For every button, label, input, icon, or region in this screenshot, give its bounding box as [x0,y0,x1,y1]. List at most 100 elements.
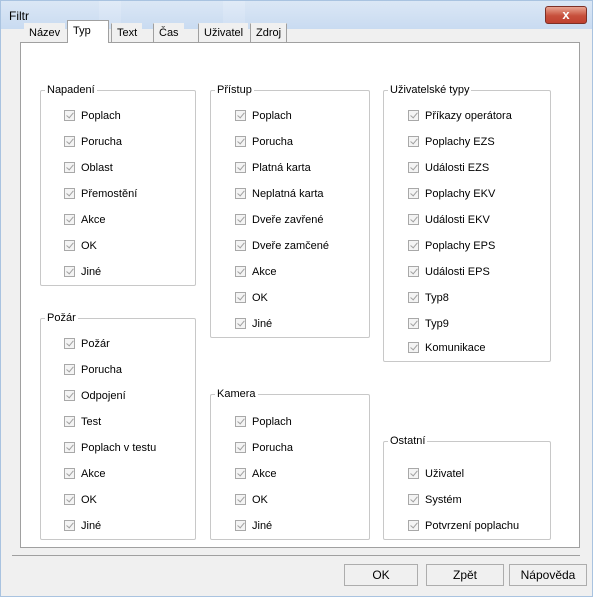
checkbox-uzivatel[interactable]: Uživatel [408,466,464,482]
checkbox-label: Požár [81,338,110,351]
checkbox-system[interactable]: Systém [408,492,462,508]
checkbox-udalosti-eps[interactable]: Události EPS [408,264,490,280]
checkbox-pozar-poplach-v-testu[interactable]: Poplach v testu [64,440,156,456]
checkbox-label: Odpojení [81,390,126,403]
checkbox-mark-icon [408,291,419,303]
checkbox-napadeni-premosteni[interactable]: Přemostění [64,186,137,202]
checkbox-napadeni-poplach[interactable]: Poplach [64,108,121,124]
checkbox-prikazy-operatora[interactable]: Příkazy operátora [408,108,512,124]
checkbox-label: Komunikace [425,342,486,355]
ok-button[interactable]: OK [344,564,418,586]
checkbox-mark-icon [408,135,419,147]
checkbox-poplachy-ezs[interactable]: Poplachy EZS [408,134,495,150]
checkbox-mark-icon [64,265,75,277]
checkbox-kamera-poplach[interactable]: Poplach [235,414,292,430]
checkbox-label: OK [252,292,268,305]
group-title-napadeni: Napadení [45,83,97,97]
tab-text[interactable]: Text [111,23,143,42]
checkbox-mark-icon [408,519,419,531]
checkbox-poplachy-eps[interactable]: Poplachy EPS [408,238,495,254]
checkbox-label: Potvrzení poplachu [425,520,520,533]
checkbox-label: Akce [81,468,106,481]
tab-uzivatel[interactable]: Uživatel [198,23,249,42]
help-button[interactable]: Nápověda [509,564,587,586]
checkbox-typ8[interactable]: Typ8 [408,290,449,306]
checkbox-mark-icon [235,109,246,121]
checkbox-mark-icon [235,187,246,199]
checkbox-pozar-test[interactable]: Test [64,414,101,430]
checkbox-pristup-platna-karta[interactable]: Platná karta [235,160,311,176]
window-title: Filtr [9,9,29,23]
checkbox-label: Příkazy operátora [425,110,512,123]
checkbox-mark-icon [235,265,246,277]
checkbox-pozar-porucha[interactable]: Porucha [64,362,122,378]
checkbox-pristup-jine[interactable]: Jiné [235,316,272,332]
checkbox-pristup-ok[interactable]: OK [235,290,268,306]
checkbox-mark-icon [408,317,419,329]
checkbox-mark-icon [64,161,75,173]
checkbox-label: OK [252,494,268,507]
checkbox-label: Typ8 [425,292,449,305]
checkbox-mark-icon [235,467,246,479]
checkbox-potvrzeni-poplachu[interactable]: Potvrzení poplachu [408,518,519,534]
checkbox-mark-icon [64,109,75,121]
checkbox-pozar-pozar[interactable]: Požár [64,336,110,352]
checkbox-pozar-odpojeni[interactable]: Odpojení [64,388,126,404]
tab-nazev[interactable]: Název [24,23,66,42]
checkbox-pozar-ok[interactable]: OK [64,492,97,508]
group-title-uzivatelske-typy: Uživatelské typy [388,83,472,97]
checkbox-mark-icon [235,213,246,225]
back-button[interactable]: Zpět [426,564,504,586]
checkbox-pristup-akce[interactable]: Akce [235,264,276,280]
checkbox-label: Jiné [81,520,102,533]
checkbox-pristup-neplatna-karta[interactable]: Neplatná karta [235,186,324,202]
checkbox-label: Test [81,416,102,429]
close-icon: x [562,7,570,22]
checkbox-label: Jiné [81,266,102,279]
close-button[interactable]: x [545,6,587,24]
checkbox-mark-icon [64,239,75,251]
checkbox-mark-icon [408,467,419,479]
checkbox-pristup-poplach[interactable]: Poplach [235,108,292,124]
checkbox-napadeni-akce[interactable]: Akce [64,212,105,228]
checkbox-napadeni-oblast[interactable]: Oblast [64,160,113,176]
checkbox-mark-icon [64,187,75,199]
group-title-pristup: Přístup [215,83,254,97]
checkbox-komunikace[interactable]: Komunikace [408,340,486,356]
checkbox-label: Poplachy EKV [425,188,496,201]
checkbox-label: Akce [81,214,106,227]
checkbox-napadeni-ok[interactable]: OK [64,238,97,254]
checkbox-mark-icon [235,415,246,427]
checkbox-mark-icon [64,363,75,375]
checkbox-typ9[interactable]: Typ9 [408,316,449,332]
checkbox-label: Poplach v testu [81,442,157,455]
checkbox-napadeni-jine[interactable]: Jiné [64,264,101,280]
checkbox-label: Porucha [252,136,293,149]
tab-cas[interactable]: Čas [153,23,184,42]
tab-typ[interactable]: Typ [67,20,109,43]
checkbox-label: Poplach [252,416,292,429]
checkbox-label: Platná karta [252,162,311,175]
checkbox-mark-icon [64,493,75,505]
checkbox-label: Uživatel [425,468,465,481]
checkbox-pozar-akce[interactable]: Akce [64,466,105,482]
checkbox-mark-icon [64,467,75,479]
checkbox-udalosti-ekv[interactable]: Události EKV [408,212,490,228]
tab-zdroj[interactable]: Zdroj [250,23,288,42]
checkbox-poplachy-ekv[interactable]: Poplachy EKV [408,186,495,202]
checkbox-mark-icon [408,341,419,353]
checkbox-napadeni-porucha[interactable]: Porucha [64,134,122,150]
checkbox-label: Porucha [252,442,293,455]
checkbox-label: Jiné [252,318,273,331]
checkbox-pristup-dvere-zamcene[interactable]: Dveře zamčené [235,238,329,254]
checkbox-udalosti-ezs[interactable]: Události EZS [408,160,489,176]
checkbox-pozar-jine[interactable]: Jiné [64,518,101,534]
checkbox-pristup-dvere-zavrene[interactable]: Dveře zavřené [235,212,324,228]
checkbox-kamera-akce[interactable]: Akce [235,466,276,482]
checkbox-mark-icon [408,213,419,225]
checkbox-mark-icon [235,291,246,303]
checkbox-kamera-ok[interactable]: OK [235,492,268,508]
checkbox-kamera-jine[interactable]: Jiné [235,518,272,534]
checkbox-kamera-porucha[interactable]: Porucha [235,440,293,456]
checkbox-pristup-porucha[interactable]: Porucha [235,134,293,150]
